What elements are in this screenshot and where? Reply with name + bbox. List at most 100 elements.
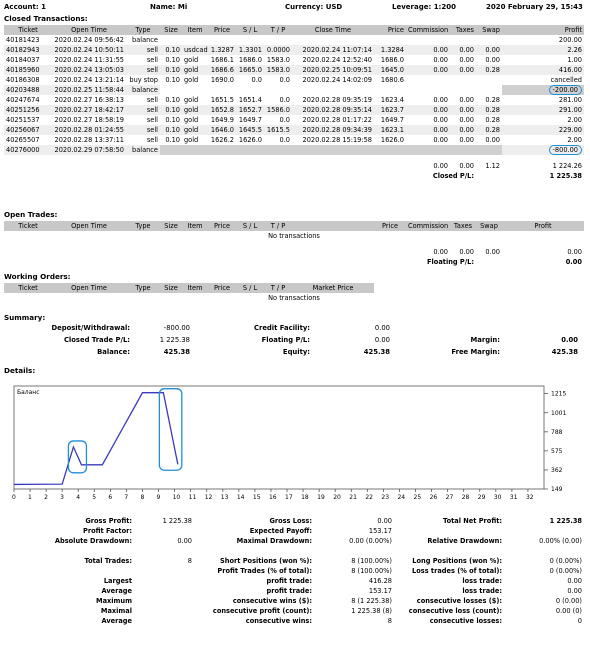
- closed-cell: 0.28: [476, 65, 502, 75]
- open-col-header: Type: [126, 221, 160, 231]
- closed-cell: 0.00: [459, 96, 474, 104]
- working-col-header: T / P: [264, 283, 292, 293]
- closed-cell: sell: [146, 96, 158, 104]
- closed-cell: 1646.0: [208, 125, 236, 135]
- open-col-header: Commission: [406, 221, 450, 231]
- closed-col-header: Price: [374, 25, 406, 35]
- closed-cell: 0.0: [279, 136, 291, 144]
- stat-row: Largest profit trade: 416.28 loss trade: 0.0…: [4, 576, 584, 586]
- closed-table-row: 40184037 2020.02.24 11:31:55 sell 0.10 gold 1…: [4, 55, 584, 65]
- closed-cell: 1626.2: [210, 136, 234, 144]
- closed-table-row: 40186308 2020.02.24 13:21:14 buy stop 0.10 g…: [4, 75, 584, 85]
- stat-value: [134, 576, 194, 586]
- closed-cell: 1652.8: [208, 105, 236, 115]
- closed-cell: 2020.02.28 13:37:11: [54, 136, 124, 144]
- stat-value: 0.00 (0): [555, 607, 582, 615]
- closed-cell: 1626.0: [238, 136, 262, 144]
- open-trades-empty: No transactions: [268, 232, 320, 240]
- stat-label: Absolute Drawdown:: [54, 537, 132, 545]
- x-tick-label: 2: [44, 494, 48, 501]
- closed-cell: 0.00: [406, 45, 450, 55]
- balance-value: 425.38: [163, 348, 190, 356]
- closed-cell: sell: [126, 125, 160, 135]
- x-tick-label: 18: [301, 494, 309, 501]
- closed-cell: 0.00: [433, 116, 448, 124]
- y-tick-label: 1001: [551, 410, 566, 417]
- x-tick-label: 25: [414, 494, 422, 501]
- x-tick-label: 20: [333, 494, 341, 501]
- closed-cell: sell: [126, 105, 160, 115]
- closed-trade-pl-label: Closed Trade P/L:: [63, 336, 130, 344]
- stat-row: Average consecutive wins: 8 consecutive los…: [4, 616, 584, 626]
- statistics-table: Gross Profit: 1 225.38 Gross Loss: 0.00 Tota…: [4, 516, 584, 626]
- report-header: Account: 1 Name: Mi Currency: USD Levera…: [0, 0, 590, 12]
- closed-cell: gold: [182, 125, 208, 135]
- deposit-label: Deposit/Withdrawal:: [51, 324, 130, 332]
- closed-cell: 2.00: [567, 136, 582, 144]
- balance-chart: 1215 1001 788 575 362 149 0 1 2 3 4 5 6 7 8 9 10 11 12 13 14…: [4, 381, 584, 511]
- free-margin-value: 425.38: [551, 348, 578, 356]
- closed-cell: 2020.02.24 13:21:14: [54, 76, 124, 84]
- margin-value: 0.00: [561, 336, 578, 344]
- closed-pl-label: Closed P/L:: [432, 172, 474, 180]
- closed-cell: 1.00: [567, 56, 582, 64]
- working-orders-table: Ticket Open Time Type Size Item Price S / LT /…: [4, 283, 584, 303]
- working-col-header: Market Price: [292, 283, 374, 293]
- stat-value: 1 225.38 (8): [351, 607, 392, 615]
- closed-cell: 0.10: [165, 56, 180, 64]
- stat-row: [4, 546, 584, 556]
- closed-cell: 229.00: [502, 125, 584, 135]
- stat-value: 0 (0.00): [555, 597, 582, 605]
- closed-commission-total: 0.00: [433, 162, 448, 170]
- x-tick-label: 24: [397, 494, 405, 501]
- stat-value: 1 225.38: [549, 517, 582, 525]
- closed-cell: 0.0: [251, 76, 263, 84]
- stat-value: [134, 586, 194, 596]
- name-label: Name: Mi: [150, 3, 188, 11]
- stat-value: [134, 526, 194, 536]
- closed-cell: gold: [184, 76, 199, 84]
- closed-table-row: 40203488 2020.02.25 11:58:44 balance -200.0…: [4, 85, 584, 95]
- closed-transactions-title: Closed Transactions:: [4, 14, 88, 23]
- closed-cell: 1583.0: [264, 65, 292, 75]
- highlighted-profit: -800.00: [548, 145, 582, 155]
- balance-comment-cell: [160, 35, 502, 45]
- closed-cell: -200.00: [502, 85, 584, 95]
- stat-row: Total Trades: 8 Short Positions (won %): 8 …: [4, 556, 584, 566]
- x-tick-label: 27: [446, 494, 454, 501]
- closed-col-header: Commission: [406, 25, 450, 35]
- balance-comment-cell: [160, 85, 502, 95]
- open-col-header: Profit: [502, 221, 584, 231]
- stat-value: 153.17: [368, 587, 392, 595]
- open-col-header: S / L: [236, 221, 264, 231]
- chart-legend: Баланс: [17, 389, 40, 396]
- closed-cell: 1583.0: [266, 56, 290, 64]
- working-col-header: S / L: [236, 283, 264, 293]
- closed-cell: 0.00: [450, 105, 476, 115]
- closed-cell: 1.3301: [236, 45, 264, 55]
- closed-cell: 2020.02.24 14:02:09: [302, 76, 372, 84]
- closed-cell: 0.0: [279, 96, 291, 104]
- closed-cell: gold: [184, 56, 199, 64]
- stat-label: Largest: [103, 577, 132, 585]
- x-tick-label: 6: [108, 494, 112, 501]
- closed-table-row: 40251256 2020.02.27 18:42:17 sell 0.10 gold 1…: [4, 105, 584, 115]
- stat-value: 0: [577, 617, 582, 625]
- closed-cell: 0.00: [450, 65, 476, 75]
- open-col-header: Size: [160, 221, 182, 231]
- closed-cell: [450, 75, 476, 85]
- stat-row: Average profit trade: 153.17 loss trade: 0.0…: [4, 586, 584, 596]
- closed-cell: gold: [184, 116, 199, 124]
- stat-row: Profit Trades (% of total): 8 (100.00%) Lo…: [4, 566, 584, 576]
- closed-table-row: 40251537 2020.02.27 18:58:19 sell 0.10 gold 1…: [4, 115, 584, 125]
- balance-label: Balance:: [97, 348, 130, 356]
- stat-label: loss trade:: [462, 587, 502, 595]
- closed-cell: 0.28: [485, 96, 500, 104]
- closed-cell: 0.0000: [264, 45, 292, 55]
- working-col-header: Ticket: [4, 283, 52, 293]
- closed-cell: 2020.02.28 09:34:39: [292, 125, 374, 135]
- closed-cell: 1586.0: [264, 105, 292, 115]
- leverage-label: Leverage: 1:200: [392, 3, 456, 11]
- stat-label: Loss trades (% of total):: [412, 567, 502, 575]
- stat-row: Absolute Drawdown: 0.00 Maximal Drawdown: 0…: [4, 536, 584, 546]
